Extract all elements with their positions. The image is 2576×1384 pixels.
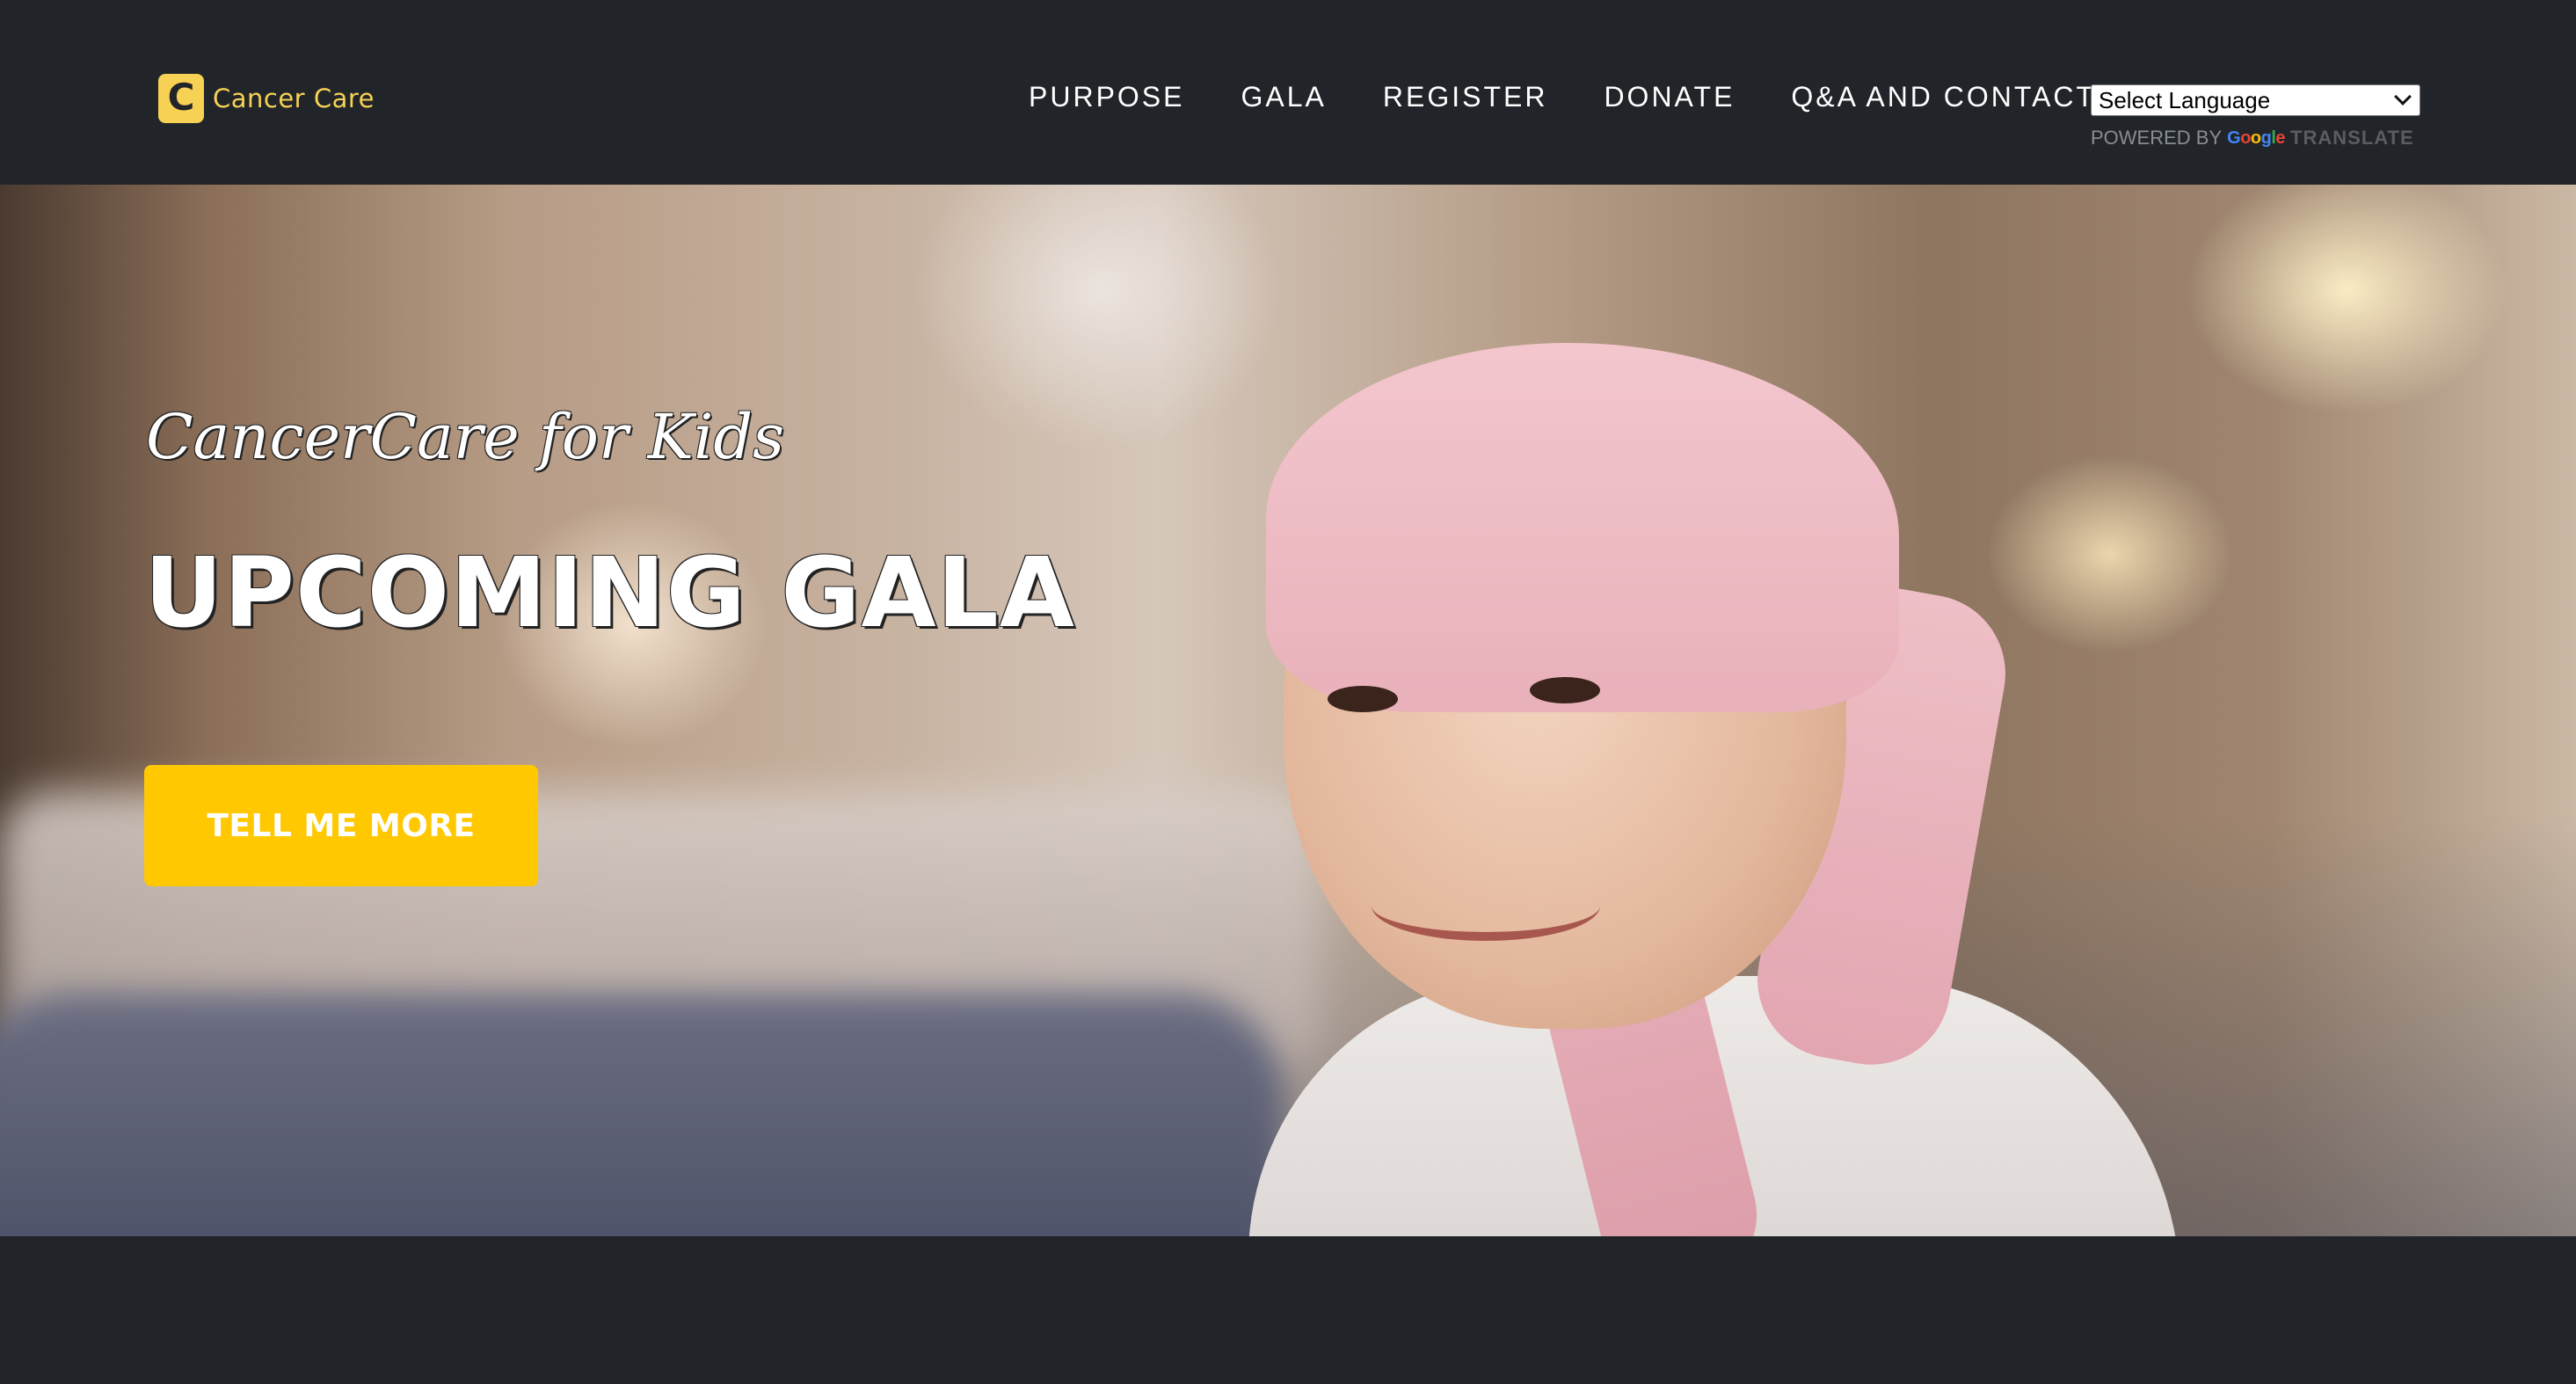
nav-link-qa-contact[interactable]: Q&A AND CONTACT [1763, 77, 2096, 116]
navbar: C Cancer Care PURPOSE GALA REGISTER DONA… [0, 0, 2576, 185]
hero-banner: CancerCare for Kids UPCOMING GALA TELL M… [0, 185, 2576, 1236]
nav-link-purpose[interactable]: PURPOSE [1009, 77, 1212, 116]
brand-logo-icon: C [158, 74, 204, 123]
page: C Cancer Care PURPOSE GALA REGISTER DONA… [0, 0, 2576, 1384]
tell-me-more-button[interactable]: TELL ME MORE [144, 765, 538, 886]
language-select[interactable]: Select Language [2091, 84, 2420, 116]
hero-photo-eye-left [1328, 686, 1398, 712]
brand-logo-link[interactable]: C Cancer Care [158, 74, 375, 123]
translate-link[interactable]: TRANSLATE [2290, 127, 2414, 149]
nav-item-register: REGISTER [1355, 77, 1576, 116]
google-translate-widget: Select Language POWERED BY Google TRANSL… [2091, 84, 2421, 149]
hero-photo-eye-right [1530, 677, 1600, 703]
nav-menu: PURPOSE GALA REGISTER DONATE Q&A AND CON… [1009, 77, 2096, 116]
brand-name: Cancer Care [213, 84, 375, 113]
page-section-below-hero [0, 1236, 2576, 1384]
nav-item-contact: Q&A AND CONTACT [1763, 77, 2096, 116]
nav-link-gala[interactable]: GALA [1212, 77, 1354, 116]
nav-item-purpose: PURPOSE [1009, 77, 1212, 116]
nav-item-donate: DONATE [1575, 77, 1763, 116]
google-logo-icon[interactable]: Google [2227, 128, 2285, 149]
nav-link-donate[interactable]: DONATE [1575, 77, 1763, 116]
hero-subheading: CancerCare for Kids [146, 401, 785, 473]
brand-logo-mark: C [167, 76, 195, 119]
powered-by-label: POWERED BY [2091, 127, 2223, 149]
chevron-down-icon [2394, 88, 2412, 106]
nav-item-gala: GALA [1212, 77, 1354, 116]
hero-heading: UPCOMING GALA [144, 536, 1075, 649]
language-select-value: Select Language [2099, 86, 2271, 113]
background-couch [0, 994, 1284, 1236]
powered-by-google: POWERED BY Google TRANSLATE [2091, 127, 2421, 149]
hero-photo-smile [1372, 870, 1600, 941]
nav-link-register[interactable]: REGISTER [1355, 77, 1576, 116]
